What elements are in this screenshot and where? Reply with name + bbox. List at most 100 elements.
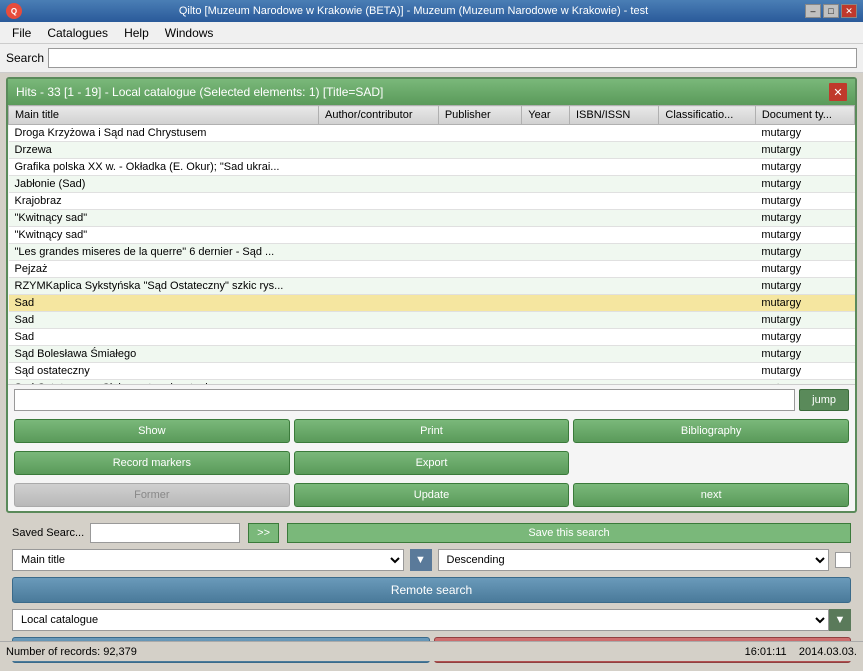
sort-row: Main title ▼ Descending: [12, 549, 851, 571]
table-cell: [319, 363, 439, 380]
table-row[interactable]: Drzewamutargy: [9, 142, 855, 159]
search-label: Search: [6, 51, 44, 65]
table-row[interactable]: Sąd Bolesława Śmiałegomutargy: [9, 346, 855, 363]
remote-search-button[interactable]: Remote search: [12, 577, 851, 603]
main-area: Hits - 33 [1 - 19] - Local catalogue (Se…: [0, 73, 863, 671]
table-cell: [438, 278, 521, 295]
col-header-doctype[interactable]: Document ty...: [755, 106, 854, 125]
table-cell: [319, 278, 439, 295]
table-cell: [319, 244, 439, 261]
table-row[interactable]: Krajobrazmutargy: [9, 193, 855, 210]
local-catalogue-arrow-button[interactable]: ▼: [829, 609, 851, 631]
jump-row: jump: [8, 385, 855, 415]
table-cell: [438, 329, 521, 346]
table-row[interactable]: Droga Krzyżowa i Sąd nad Chrystusemmutar…: [9, 125, 855, 142]
table-cell: [438, 176, 521, 193]
table-row[interactable]: RZYMKaplica Sykstyńska "Sąd Ostateczny" …: [9, 278, 855, 295]
col-header-main-title[interactable]: Main title: [9, 106, 319, 125]
saved-search-input[interactable]: [90, 523, 240, 543]
record-count: Number of records: 92,379: [6, 646, 137, 658]
table-row[interactable]: "Les grandes miseres de la querre" 6 der…: [9, 244, 855, 261]
table-row[interactable]: Sadmutargy: [9, 295, 855, 312]
table-row[interactable]: Sąd ostatecznymutargy: [9, 363, 855, 380]
col-header-year[interactable]: Year: [522, 106, 570, 125]
table-cell: [569, 227, 658, 244]
table-cell: [522, 176, 570, 193]
menu-help[interactable]: Help: [116, 24, 157, 42]
table-row[interactable]: Pejzażmutargy: [9, 261, 855, 278]
table-cell: [438, 346, 521, 363]
table-cell: Sad: [9, 295, 319, 312]
table-cell: [569, 142, 658, 159]
table-cell: [319, 346, 439, 363]
close-button[interactable]: ✕: [841, 4, 857, 18]
former-button: Former: [14, 483, 290, 507]
table-row[interactable]: Grafika polska XX w. - Okładka (E. Okur)…: [9, 159, 855, 176]
table-cell: mutargy: [755, 125, 854, 142]
sort-checkbox[interactable]: [835, 552, 851, 568]
sort-direction-button[interactable]: ▼: [410, 549, 432, 571]
table-cell: mutargy: [755, 227, 854, 244]
maximize-button[interactable]: □: [823, 4, 839, 18]
sort-order-select[interactable]: Descending: [438, 549, 830, 571]
table-cell: [522, 261, 570, 278]
table-cell: [438, 210, 521, 227]
col-header-author[interactable]: Author/contributor: [319, 106, 439, 125]
app-icon: Q: [6, 3, 22, 19]
table-cell: [569, 159, 658, 176]
saved-search-label: Saved Searc...: [12, 527, 84, 539]
table-cell: [522, 363, 570, 380]
table-cell: mutargy: [755, 261, 854, 278]
table-cell: mutargy: [755, 244, 854, 261]
bibliography-button[interactable]: Bibliography: [573, 419, 849, 443]
menu-file[interactable]: File: [4, 24, 39, 42]
table-cell: mutargy: [755, 346, 854, 363]
table-cell: [522, 193, 570, 210]
hits-table-container: Main title Author/contributor Publisher …: [8, 105, 855, 385]
table-cell: [319, 193, 439, 210]
table-cell: Sąd ostateczny: [9, 363, 319, 380]
table-row[interactable]: Sadmutargy: [9, 312, 855, 329]
print-button[interactable]: Print: [294, 419, 570, 443]
table-cell: mutargy: [755, 142, 854, 159]
action-buttons-row1: Show Print Bibliography: [8, 415, 855, 447]
menu-windows[interactable]: Windows: [157, 24, 222, 42]
jump-button[interactable]: jump: [799, 389, 849, 411]
table-cell: [438, 363, 521, 380]
col-header-isbn[interactable]: ISBN/ISSN: [569, 106, 658, 125]
record-markers-button[interactable]: Record markers: [14, 451, 290, 475]
table-cell: [569, 295, 658, 312]
window-controls: – □ ✕: [805, 4, 857, 18]
table-row[interactable]: Jabłonie (Sad)mutargy: [9, 176, 855, 193]
col-header-publisher[interactable]: Publisher: [438, 106, 521, 125]
minimize-button[interactable]: –: [805, 4, 821, 18]
table-cell: [438, 227, 521, 244]
export-button[interactable]: Export: [294, 451, 570, 475]
show-button[interactable]: Show: [14, 419, 290, 443]
table-cell: [319, 295, 439, 312]
update-button[interactable]: Update: [294, 483, 570, 507]
menu-bar: File Catalogues Help Windows: [0, 22, 863, 44]
col-header-class[interactable]: Classificatio...: [659, 106, 755, 125]
saved-search-arrow-button[interactable]: >>: [248, 523, 279, 543]
local-catalogue-select[interactable]: Local catalogue: [12, 609, 829, 631]
table-cell: [659, 142, 755, 159]
table-cell: [319, 125, 439, 142]
table-row[interactable]: "Kwitnący sad"mutargy: [9, 210, 855, 227]
table-cell: [569, 363, 658, 380]
hits-dialog: Hits - 33 [1 - 19] - Local catalogue (Se…: [6, 77, 857, 513]
table-cell: [569, 312, 658, 329]
hits-table: Main title Author/contributor Publisher …: [8, 105, 855, 385]
search-input[interactable]: [48, 48, 857, 68]
sort-field-select[interactable]: Main title: [12, 549, 404, 571]
table-cell: [522, 159, 570, 176]
table-row[interactable]: "Kwitnący sad"mutargy: [9, 227, 855, 244]
hits-close-button[interactable]: ✕: [829, 83, 847, 101]
menu-catalogues[interactable]: Catalogues: [39, 24, 116, 42]
table-row[interactable]: Sadmutargy: [9, 329, 855, 346]
next-button[interactable]: next: [573, 483, 849, 507]
table-cell: mutargy: [755, 159, 854, 176]
save-this-search-button[interactable]: Save this search: [287, 523, 851, 543]
table-cell: [569, 278, 658, 295]
jump-input[interactable]: [14, 389, 795, 411]
